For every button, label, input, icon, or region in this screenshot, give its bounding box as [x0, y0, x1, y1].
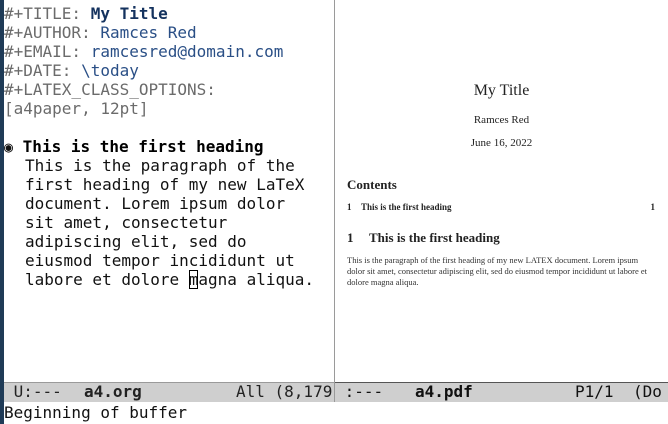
latex-options-keyword: #+LATEX_CLASS_OPTIONS:	[4, 80, 216, 99]
major-mode[interactable]: (Do	[633, 382, 662, 402]
email-line[interactable]: #+EMAIL: ramcesred@domain.com	[4, 42, 283, 61]
title-value: My Title	[90, 4, 168, 23]
mode-line-pdf[interactable]: :--- a4.pdf P1/1 (Do	[335, 382, 668, 402]
section-number: 1	[347, 230, 354, 245]
pdf-date: June 16, 2022	[470, 137, 533, 149]
paragraph-line[interactable]: document. Lorem ipsum dolor	[25, 194, 285, 213]
author-value: Ramces Red	[100, 23, 197, 42]
pdf-author: Ramces Red	[473, 114, 530, 126]
date-keyword: #+DATE:	[4, 61, 82, 80]
pdf-contents-heading: Contents	[347, 177, 397, 192]
pdf-page-indicator: P1/1	[575, 382, 614, 401]
heading-line[interactable]: ◉ This is the first heading	[4, 137, 264, 156]
buffer-position: All (8,179	[236, 382, 333, 401]
buffer-status: U:---	[4, 382, 82, 401]
emacs-frame: #+TITLE: My Title #+AUTHOR: Ramces Red #…	[4, 0, 668, 424]
author-line[interactable]: #+AUTHOR: Ramces Red	[4, 23, 197, 42]
title-line[interactable]: #+TITLE: My Title	[4, 4, 168, 23]
toc-page: 1	[650, 202, 656, 212]
latex-options-value[interactable]: [a4paper, 12pt]	[4, 99, 149, 118]
buffer-name[interactable]: a4.pdf	[415, 382, 473, 402]
text-cursor: m	[188, 270, 199, 289]
heading-text: This is the first heading	[22, 137, 264, 156]
pdf-section-heading: 1 This is the first heading	[347, 230, 500, 246]
title-keyword: #+TITLE:	[4, 4, 91, 23]
date-line[interactable]: #+DATE: \today	[4, 61, 139, 80]
email-keyword: #+EMAIL:	[4, 42, 91, 61]
toc-number: 1	[347, 202, 352, 212]
mode-line-org[interactable]: U:--- a4.org All (8,179	[4, 382, 334, 402]
pdf-viewer-window[interactable]: My Title Ramces Red June 16, 2022 Conten…	[335, 0, 668, 382]
paragraph-line[interactable]: sit amet, consectetur	[25, 213, 227, 232]
author-keyword: #+AUTHOR:	[4, 23, 101, 42]
echo-area: Beginning of buffer	[4, 402, 668, 424]
paragraph-line-with-cursor[interactable]: labore et dolore magna aliqua.	[25, 270, 314, 289]
heading-bullet-icon[interactable]: ◉	[4, 138, 13, 156]
paragraph-line[interactable]: adipiscing elit, sed do	[25, 232, 247, 251]
paragraph-line[interactable]: eiusmod tempor incididunt ut	[25, 251, 295, 270]
email-value: ramcesred@domain.com	[90, 42, 284, 61]
pdf-section-body: This is the paragraph of the first headi…	[347, 255, 648, 287]
paragraph-line[interactable]: first heading of my new LaTeX	[25, 175, 304, 194]
paragraph-line[interactable]: This is the paragraph of the	[25, 156, 295, 175]
date-value: \today	[81, 61, 139, 80]
pdf-document-title: My Title	[473, 82, 530, 99]
org-buffer-window[interactable]: #+TITLE: My Title #+AUTHOR: Ramces Red #…	[4, 0, 334, 382]
buffer-name[interactable]: a4.org	[84, 382, 142, 402]
text-before-cursor: labore et dolore	[25, 270, 189, 289]
section-title: This is the first heading	[369, 230, 500, 245]
latex-options-line[interactable]: #+LATEX_CLASS_OPTIONS:	[4, 80, 216, 99]
toc-text: This is the first heading	[361, 202, 452, 212]
text-after-cursor: agna aliqua.	[198, 270, 314, 289]
buffer-status: :---	[335, 382, 403, 401]
